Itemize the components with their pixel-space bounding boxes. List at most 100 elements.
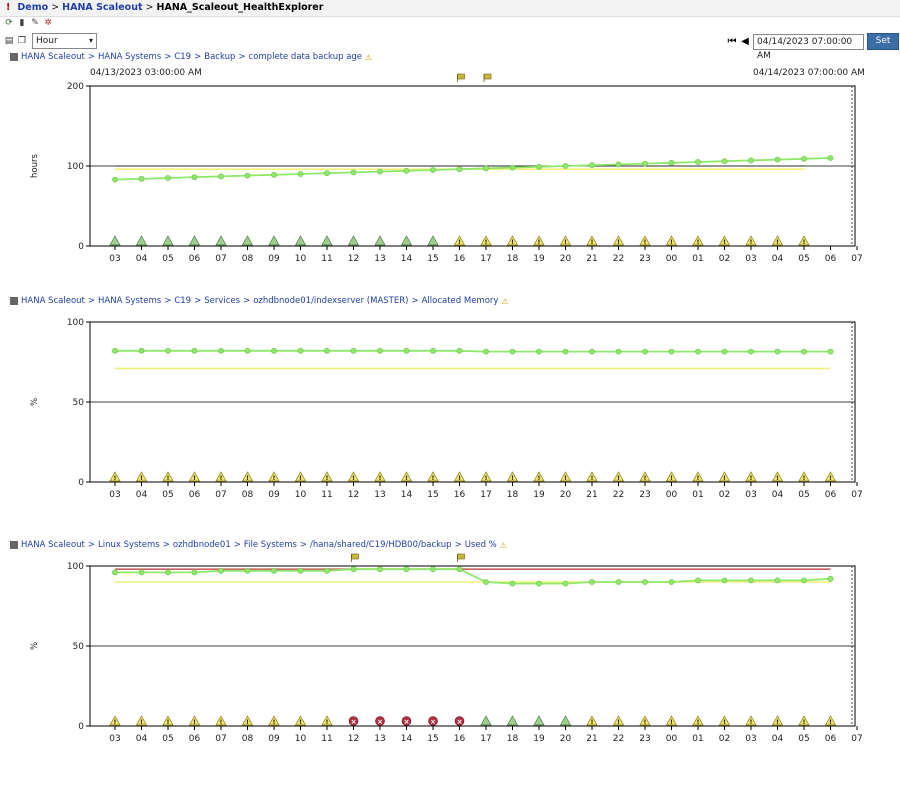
ok-status-icon — [215, 235, 227, 246]
panel2-crumb[interactable]: Services — [204, 296, 240, 306]
copy-icon[interactable]: ❐ — [17, 36, 27, 46]
panel2-crumb[interactable]: HANA Systems — [98, 296, 161, 306]
data-point — [562, 163, 569, 169]
event-flag-icon — [457, 73, 465, 80]
breadcrumb-sep: > — [145, 2, 154, 13]
ok-status-icon — [480, 715, 492, 726]
data-point — [509, 348, 516, 355]
y-tick-label: 0 — [78, 242, 84, 252]
x-tick-label: 18 — [507, 734, 519, 744]
panel2-crumb[interactable]: ozhdbnode01/indexserver (MASTER) — [253, 296, 408, 306]
granularity-value: Hour — [36, 36, 58, 46]
delete-icon[interactable]: ▮ — [17, 18, 27, 28]
x-tick-label: 03 — [109, 490, 120, 500]
prev-icon[interactable]: ◀ — [740, 36, 750, 47]
breadcrumb-demo[interactable]: Demo — [17, 2, 48, 13]
y-tick-label: 0 — [78, 478, 84, 488]
panel1-crumb[interactable]: C19 — [174, 52, 191, 62]
x-tick-label: 19 — [533, 490, 545, 500]
warning-status-glyph: ! — [776, 718, 779, 726]
panel1-crumb[interactable]: complete data backup age — [249, 52, 363, 62]
panel3-crumb[interactable]: File Systems — [244, 540, 297, 550]
panel3-crumb[interactable]: /hana/shared/C19/HDB00/backup — [310, 540, 452, 550]
y-axis-label: hours — [30, 153, 40, 177]
panel2-crumb[interactable]: Allocated Memory — [422, 296, 499, 306]
x-tick-label: 09 — [268, 734, 280, 744]
data-point — [191, 347, 198, 354]
panel1-crumb[interactable]: HANA Scaleout — [21, 52, 85, 62]
data-point — [165, 569, 171, 576]
x-tick-label: 07 — [851, 490, 862, 500]
breadcrumb-hana-scaleout[interactable]: HANA Scaleout — [62, 2, 142, 13]
data-point — [165, 175, 171, 181]
data-point — [350, 169, 357, 176]
data-point — [509, 164, 516, 171]
data-point — [377, 566, 383, 573]
list-icon[interactable]: ▤ — [4, 36, 14, 46]
data-point — [297, 171, 304, 177]
data-point — [827, 155, 834, 161]
x-tick-label: 06 — [825, 254, 837, 264]
x-tick-label: 04 — [136, 490, 148, 500]
warning-status-glyph: ! — [591, 238, 594, 246]
y-tick-label: 100 — [67, 162, 84, 172]
granularity-select[interactable]: Hour ▾ — [32, 33, 97, 49]
alert-icon: ! — [6, 2, 11, 13]
data-point — [642, 579, 648, 585]
panel2-crumb[interactable]: HANA Scaleout — [21, 296, 85, 306]
data-point — [377, 168, 383, 175]
x-tick-label: 02 — [719, 490, 730, 500]
x-tick-label: 17 — [480, 254, 491, 264]
edit-icon[interactable]: ✎ — [30, 18, 40, 28]
x-tick-label: 10 — [295, 254, 307, 264]
panel1-crumb[interactable]: HANA Systems — [98, 52, 161, 62]
data-point — [324, 567, 330, 574]
refresh-icon[interactable]: ⟳ — [4, 18, 14, 28]
data-point — [138, 175, 145, 182]
x-tick-label: 05 — [162, 734, 173, 744]
data-point — [403, 566, 410, 573]
first-page-icon[interactable]: ⏮ — [727, 36, 737, 47]
set-button[interactable]: Set — [867, 33, 899, 50]
x-tick-label: 21 — [586, 490, 597, 500]
panel1-crumb[interactable]: Backup — [204, 52, 235, 62]
panel2-crumb[interactable]: C19 — [174, 296, 191, 306]
breadcrumb: ! Demo > HANA Scaleout > HANA_Scaleout_H… — [6, 2, 323, 13]
x-tick-label: 04 — [772, 490, 784, 500]
x-tick-label: 22 — [613, 734, 624, 744]
ok-status-icon — [347, 235, 360, 246]
warning-status-glyph: ! — [193, 474, 196, 482]
warning-status-glyph: ! — [723, 238, 726, 246]
datetime-input[interactable]: 04/14/2023 07:00:00 AM — [753, 33, 864, 61]
critical-status-glyph: × — [377, 718, 383, 726]
ok-status-icon — [506, 715, 519, 726]
x-tick-label: 11 — [321, 734, 332, 744]
x-tick-label: 19 — [533, 254, 545, 264]
warning-status-glyph: ! — [564, 238, 567, 246]
warning-status-glyph: ! — [750, 474, 753, 482]
x-tick-label: 16 — [454, 734, 466, 744]
data-point — [562, 348, 569, 355]
data-point — [827, 348, 834, 355]
warning-status-glyph: ! — [246, 474, 249, 482]
panel3-crumb[interactable]: Used % — [465, 540, 497, 550]
event-flag-icon — [483, 73, 492, 80]
data-point — [483, 165, 489, 172]
warning-icon: ⚠ — [365, 52, 373, 62]
data-point — [244, 347, 251, 354]
panel3-crumb[interactable]: Linux Systems — [98, 540, 160, 550]
data-point — [218, 173, 224, 180]
data-point — [271, 567, 277, 574]
settings-icon[interactable]: ✲ — [43, 18, 53, 28]
ok-status-icon — [374, 235, 386, 246]
chart-backup-age: 0100200hours03 04 05 06 07 08 09 10 11 12 13 14 15 16… — [30, 73, 863, 264]
data-point — [536, 348, 542, 355]
data-point — [350, 566, 357, 573]
panel3-crumb[interactable]: ozhdbnode01 — [173, 540, 231, 550]
x-tick-label: 07 — [851, 734, 862, 744]
warning-status-glyph: ! — [114, 718, 117, 726]
data-point — [695, 159, 701, 165]
data-point — [801, 155, 807, 162]
data-point — [695, 348, 701, 355]
panel3-crumb[interactable]: HANA Scaleout — [21, 540, 85, 550]
